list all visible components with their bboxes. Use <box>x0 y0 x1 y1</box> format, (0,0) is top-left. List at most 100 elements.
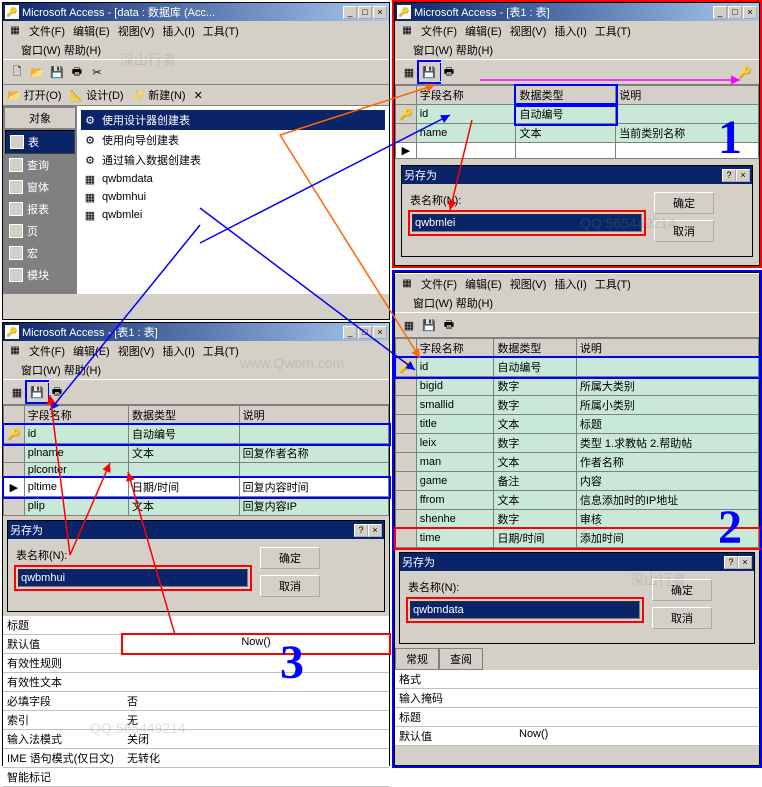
list-item[interactable]: ⚙使用向导创建表 <box>81 130 385 150</box>
col-desc[interactable]: 说明 <box>616 86 759 105</box>
db-delete-icon[interactable]: ✕ <box>194 87 203 103</box>
tb-open-icon[interactable]: 📂 <box>27 62 47 82</box>
obj-queries[interactable]: 查询 <box>5 154 75 176</box>
menu-window[interactable]: 窗口(W) <box>413 45 453 57</box>
menu-file[interactable]: 文件(F) <box>25 342 69 360</box>
maximize-button[interactable]: □ <box>728 6 742 19</box>
list-item[interactable]: ▦qwbmhui <box>81 188 385 206</box>
menu-tools[interactable]: 工具(T) <box>591 22 635 40</box>
menu-edit[interactable]: 编辑(E) <box>461 22 506 40</box>
close-button[interactable]: × <box>368 524 382 537</box>
close-button[interactable]: × <box>373 6 387 19</box>
table-row[interactable]: leix数字类型 1.求教帖 2.帮助帖 <box>396 434 759 453</box>
table-row[interactable]: game备注内容 <box>396 472 759 491</box>
ok-button[interactable]: 确定 <box>654 192 714 214</box>
close-button[interactable]: × <box>743 6 757 19</box>
cancel-button[interactable]: 取消 <box>654 220 714 242</box>
ok-button[interactable]: 确定 <box>260 547 320 569</box>
default-value[interactable]: Now() <box>123 635 389 653</box>
menu-edit[interactable]: 编辑(E) <box>69 22 114 40</box>
tb-save-icon[interactable]: 💾 <box>419 315 439 335</box>
menu-file[interactable]: 文件(F) <box>25 22 69 40</box>
table-row[interactable]: shenhe数字审核 <box>396 510 759 529</box>
close-button[interactable]: × <box>373 326 387 339</box>
list-item[interactable]: ▦qwbmlei <box>81 206 385 224</box>
table-row[interactable]: ▶pltime日期/时间回复内容时间 <box>4 478 389 497</box>
table-row[interactable]: smallid数字所属小类别 <box>396 396 759 415</box>
table-row[interactable]: name文本当前类别名称 <box>396 124 759 143</box>
table-row[interactable]: 🔑id自动编号 <box>396 105 759 124</box>
menu-insert[interactable]: 插入(I) <box>550 22 590 40</box>
col-datatype[interactable]: 数据类型 <box>516 86 616 105</box>
menu-view[interactable]: 视图(V) <box>114 342 159 360</box>
help-button[interactable]: ? <box>722 169 736 182</box>
tab-lookup[interactable]: 查阅 <box>439 648 483 670</box>
col-fieldname[interactable]: 字段名称 <box>416 86 516 105</box>
obj-tables[interactable]: 表 <box>5 130 75 154</box>
minimize-button[interactable]: _ <box>343 326 357 339</box>
menu-view[interactable]: 视图(V) <box>506 22 551 40</box>
help-button[interactable]: ? <box>354 524 368 537</box>
table-row[interactable]: plname文本回复作者名称 <box>4 444 389 463</box>
menu-window[interactable]: 窗口(W) <box>413 298 453 310</box>
col-desc[interactable]: 说明 <box>576 339 758 358</box>
cancel-button[interactable]: 取消 <box>652 607 712 629</box>
menu-edit[interactable]: 编辑(E) <box>69 342 114 360</box>
menu-file[interactable]: 文件(F) <box>417 22 461 40</box>
db-open[interactable]: 📂 打开(O) <box>7 87 62 103</box>
table-row[interactable]: ffrom文本信息添加时的IP地址 <box>396 491 759 510</box>
menu-window[interactable]: 窗口(W) <box>21 365 61 377</box>
table-row[interactable]: plconter <box>4 463 389 478</box>
tb-new-icon[interactable]: 🗋 <box>7 62 27 82</box>
help-button[interactable]: ? <box>724 556 738 569</box>
menu-help[interactable]: 帮助(H) <box>456 298 493 310</box>
list-item[interactable]: ⚙通过输入数据创建表 <box>81 150 385 170</box>
tb-view-icon[interactable]: ▦ <box>399 315 419 335</box>
save-name-input[interactable] <box>410 601 640 619</box>
menu-edit[interactable]: 编辑(E) <box>461 275 506 293</box>
close-button[interactable]: × <box>738 556 752 569</box>
tb-print-icon[interactable]: 🖶 <box>67 62 87 82</box>
save-name-input[interactable] <box>18 569 248 587</box>
save-name-input[interactable] <box>412 214 642 232</box>
list-item[interactable]: ⚙使用设计器创建表 <box>81 110 385 130</box>
db-design[interactable]: 📐 设计(D) <box>70 87 124 103</box>
menu-tools[interactable]: 工具(T) <box>591 275 635 293</box>
menu-help[interactable]: 帮助(H) <box>64 45 101 57</box>
tb-cut-icon[interactable]: ✂ <box>87 62 107 82</box>
menu-file[interactable]: 文件(F) <box>417 275 461 293</box>
menu-view[interactable]: 视图(V) <box>114 22 159 40</box>
tb-save-icon[interactable]: 💾 <box>419 62 439 82</box>
menu-window[interactable]: 窗口(W) <box>21 45 61 57</box>
obj-modules[interactable]: 模块 <box>5 264 75 286</box>
menu-insert[interactable]: 插入(I) <box>158 22 198 40</box>
tb-save-icon[interactable]: 💾 <box>47 62 67 82</box>
col-datatype[interactable]: 数据类型 <box>129 406 240 425</box>
table-row[interactable]: plip文本回复内容IP <box>4 497 389 516</box>
tb-print-icon[interactable]: 🖶 <box>439 62 459 82</box>
cancel-button[interactable]: 取消 <box>260 575 320 597</box>
table-row[interactable]: 🔑id自动编号 <box>4 425 389 444</box>
menu-insert[interactable]: 插入(I) <box>550 275 590 293</box>
tb-print-icon[interactable]: 🖶 <box>439 315 459 335</box>
default-value[interactable]: Now() <box>515 727 759 745</box>
obj-pages[interactable]: 页 <box>5 220 75 242</box>
tb-key-icon[interactable]: 🔑 <box>735 62 755 82</box>
menu-view[interactable]: 视图(V) <box>506 275 551 293</box>
table-row[interactable]: bigid数字所属大类别 <box>396 377 759 396</box>
tb-view-icon[interactable]: ▦ <box>7 382 27 402</box>
tb-print-icon[interactable]: 🖶 <box>47 382 67 402</box>
minimize-button[interactable]: _ <box>713 6 727 19</box>
maximize-button[interactable]: □ <box>358 6 372 19</box>
col-fieldname[interactable]: 字段名称 <box>416 339 494 358</box>
list-item[interactable]: ▦qwbmdata <box>81 170 385 188</box>
tb-save-icon[interactable]: 💾 <box>27 382 47 402</box>
tb-view-icon[interactable]: ▦ <box>399 62 419 82</box>
table-row[interactable]: time日期/时间添加时间 <box>396 529 759 548</box>
close-button[interactable]: × <box>736 169 750 182</box>
ok-button[interactable]: 确定 <box>652 579 712 601</box>
tab-general[interactable]: 常规 <box>395 648 439 670</box>
table-row[interactable]: ▶ <box>396 143 759 159</box>
menu-tools[interactable]: 工具(T) <box>199 22 243 40</box>
maximize-button[interactable]: □ <box>358 326 372 339</box>
